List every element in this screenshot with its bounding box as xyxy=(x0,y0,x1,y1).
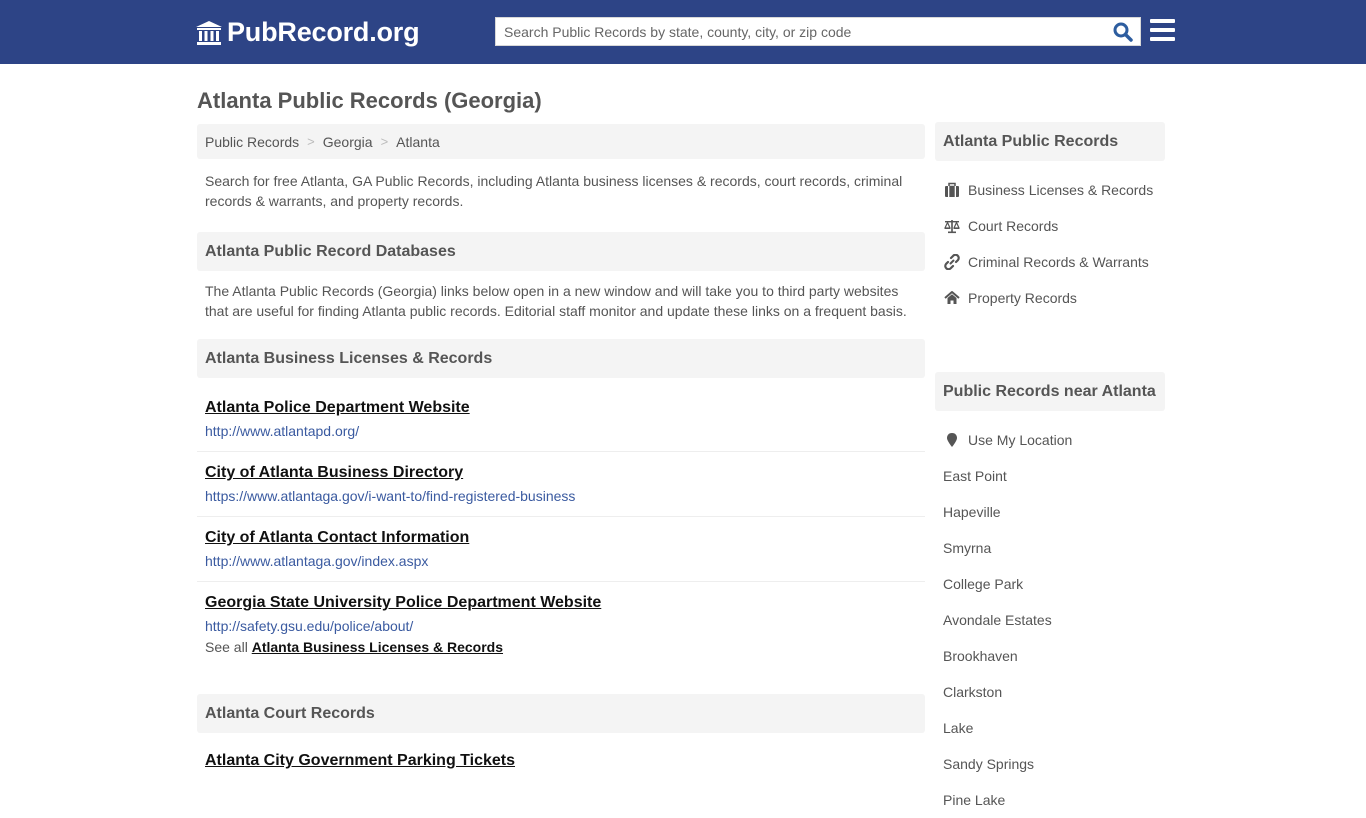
nearby-city-link[interactable]: Sandy Springs xyxy=(935,746,1165,782)
menu-bar xyxy=(1150,19,1175,23)
record-link-url[interactable]: http://www.atlantaga.gov/index.aspx xyxy=(205,552,917,570)
list-item: City of Atlanta Contact Information http… xyxy=(197,517,925,582)
search-box xyxy=(495,17,1141,46)
record-link-title[interactable]: Atlanta City Government Parking Tickets xyxy=(205,750,515,772)
sidebar-item-label: Criminal Records & Warrants xyxy=(968,254,1149,270)
sidebar-item-business[interactable]: Business Licenses & Records xyxy=(935,172,1165,208)
databases-header: Atlanta Public Record Databases xyxy=(197,232,925,271)
see-all-row: See all Atlanta Business Licenses & Reco… xyxy=(197,639,925,694)
link-icon xyxy=(944,254,960,270)
nearby-city-link[interactable]: East Point xyxy=(935,458,1165,494)
record-link-url[interactable]: http://www.atlantapd.org/ xyxy=(205,422,917,440)
use-my-location-label: Use My Location xyxy=(968,432,1073,448)
list-item: Georgia State University Police Departme… xyxy=(197,582,925,647)
court-header: Atlanta Court Records xyxy=(197,694,925,733)
list-item: Atlanta City Government Parking Tickets xyxy=(197,750,925,815)
menu-bar xyxy=(1150,28,1175,32)
sidebar-item-property[interactable]: Property Records xyxy=(935,280,1165,316)
page-title: Atlanta Public Records (Georgia) xyxy=(197,88,542,113)
list-item: City of Atlanta Business Directory https… xyxy=(197,452,925,517)
breadcrumb: Public Records > Georgia > Atlanta xyxy=(197,124,925,159)
breadcrumb-separator: > xyxy=(307,134,315,149)
logo-text: PubRecord.org xyxy=(227,17,420,47)
briefcase-icon xyxy=(945,182,959,197)
sidebar-nearby-header: Public Records near Atlanta xyxy=(935,372,1165,411)
record-link-title[interactable]: City of Atlanta Business Directory xyxy=(205,462,463,484)
nearby-city-link[interactable]: Avondale Estates xyxy=(935,602,1165,638)
record-link-title[interactable]: City of Atlanta Contact Information xyxy=(205,527,469,549)
main-content: Public Records > Georgia > Atlanta Searc… xyxy=(197,124,925,815)
intro-text: Search for free Atlanta, GA Public Recor… xyxy=(205,173,903,209)
hamburger-menu-button[interactable] xyxy=(1150,19,1175,42)
nearby-city-link[interactable]: College Park xyxy=(935,566,1165,602)
nearby-city-link[interactable]: Hapeville xyxy=(935,494,1165,530)
nearby-city-link[interactable]: Lake xyxy=(935,710,1165,746)
sidebar-nearby-list: Use My Location East Point Hapeville Smy… xyxy=(935,411,1165,818)
nearby-city-link[interactable]: Clarkston xyxy=(935,674,1165,710)
top-navbar: PubRecord.org xyxy=(0,0,1366,64)
sidebar: Atlanta Public Records Business Licenses… xyxy=(935,122,1165,818)
sidebar-item-label: Business Licenses & Records xyxy=(968,182,1154,198)
breadcrumb-georgia[interactable]: Georgia xyxy=(323,134,373,150)
breadcrumb-atlanta[interactable]: Atlanta xyxy=(396,134,440,150)
business-links: Atlanta Police Department Website http:/… xyxy=(197,378,925,647)
nearby-city-link[interactable]: Brookhaven xyxy=(935,638,1165,674)
see-all-prefix: See all xyxy=(205,639,248,655)
map-marker-icon xyxy=(947,433,957,447)
sidebar-item-label: Court Records xyxy=(968,218,1059,234)
see-all-business-link[interactable]: Atlanta Business Licenses & Records xyxy=(252,639,503,655)
business-header: Atlanta Business Licenses & Records xyxy=(197,339,925,378)
use-my-location-button[interactable]: Use My Location xyxy=(935,422,1165,458)
sidebar-records-header: Atlanta Public Records xyxy=(935,122,1165,161)
search-input[interactable] xyxy=(496,18,1096,45)
menu-bar xyxy=(1150,37,1175,41)
scale-icon xyxy=(944,220,960,234)
sidebar-item-label: Property Records xyxy=(968,290,1077,306)
record-link-url[interactable]: https://www.atlantaga.gov/i-want-to/find… xyxy=(205,487,917,505)
search-button[interactable] xyxy=(1112,21,1134,43)
court-links: Atlanta City Government Parking Tickets xyxy=(197,733,925,815)
record-link-title[interactable]: Georgia State University Police Departme… xyxy=(205,592,601,614)
record-link-url[interactable]: http://safety.gsu.edu/police/about/ xyxy=(205,617,917,635)
sidebar-records-list: Business Licenses & Records Court Record… xyxy=(935,161,1165,372)
record-link-title[interactable]: Atlanta Police Department Website xyxy=(205,397,470,419)
nearby-city-link[interactable]: Smyrna xyxy=(935,530,1165,566)
site-logo[interactable]: PubRecord.org xyxy=(195,17,420,48)
sidebar-item-court[interactable]: Court Records xyxy=(935,208,1165,244)
breadcrumb-public-records[interactable]: Public Records xyxy=(205,134,299,150)
search-icon xyxy=(1113,22,1133,42)
databases-description: The Atlanta Public Records (Georgia) lin… xyxy=(205,283,907,319)
nearby-city-link[interactable]: Pine Lake xyxy=(935,782,1165,818)
sidebar-item-criminal[interactable]: Criminal Records & Warrants xyxy=(935,244,1165,280)
courthouse-icon xyxy=(196,20,222,45)
breadcrumb-separator: > xyxy=(380,134,389,149)
home-icon xyxy=(944,291,960,304)
list-item: Atlanta Police Department Website http:/… xyxy=(197,387,925,452)
